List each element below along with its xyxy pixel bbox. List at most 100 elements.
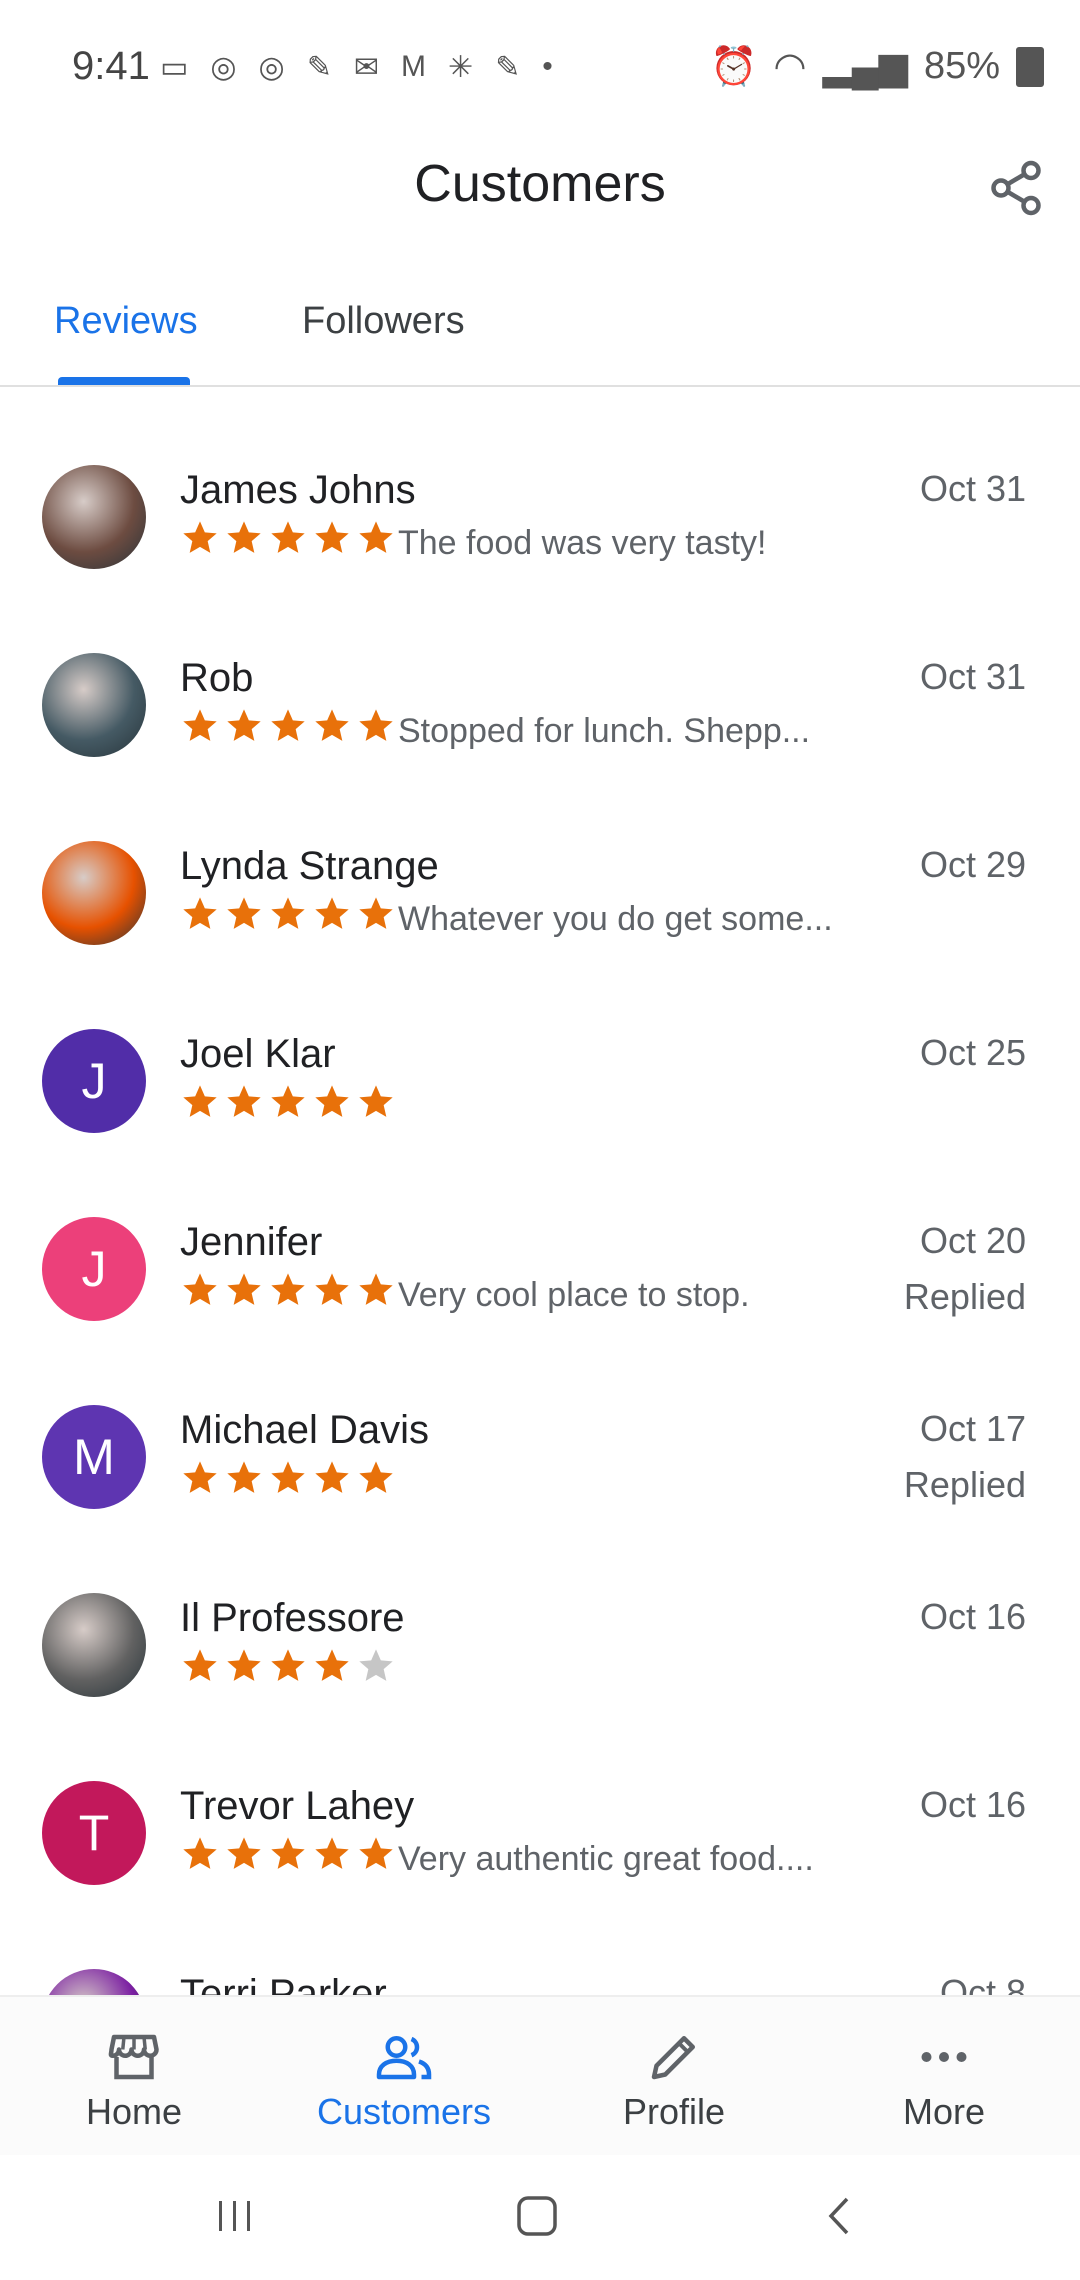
back-icon[interactable] (815, 2191, 865, 2241)
tab-reviews[interactable]: Reviews (54, 300, 198, 343)
review-date: Oct 31 (919, 656, 1026, 697)
review-row[interactable]: J Joel Klar Oct 25 (0, 984, 1080, 1172)
review-snippet: Very cool place to stop. (398, 1276, 750, 1314)
store-icon (108, 2034, 159, 2080)
star-icon (315, 1461, 349, 1493)
star-icon (315, 521, 349, 553)
star-rating (180, 1834, 396, 1874)
avatar: J (42, 1217, 146, 1321)
review-row[interactable]: Terri Parker Oct 8 (0, 1924, 1080, 1995)
people-icon (376, 2036, 432, 2080)
review-row[interactable]: M Michael Davis Oct 17 Replied (0, 1360, 1080, 1548)
nav-customers[interactable]: Customers (304, 2027, 504, 2133)
home-button-icon[interactable] (512, 2191, 562, 2241)
battery-percent: 85% (923, 45, 1000, 87)
review-row[interactable]: T Trevor Lahey Very authentic great food..… (0, 1736, 1080, 1924)
more-horiz-icon (921, 2052, 967, 2062)
nav-more-label: More (902, 2091, 986, 2132)
signal-icon: ▂▄▆ (822, 46, 908, 88)
dot-icon: • (542, 50, 553, 83)
star-icon (183, 709, 217, 741)
recent-apps-icon[interactable] (210, 2191, 260, 2241)
nav-profile[interactable]: Profile (574, 2027, 774, 2133)
star-icon (271, 1273, 305, 1305)
star-icon (183, 521, 217, 553)
star-icon (227, 897, 261, 929)
star-icon (315, 1273, 349, 1305)
avatar: J (42, 1029, 146, 1133)
status-time: 9:41 (72, 44, 150, 88)
star-icon (227, 1649, 261, 1681)
system-icons: ⏰ ◠ ▂▄▆ 85% (710, 44, 1044, 89)
review-row[interactable]: Lynda Strange Whatever you do get some...… (0, 796, 1080, 984)
review-snippet: Very authentic great food.... (398, 1840, 814, 1878)
avatar (42, 465, 146, 569)
reviews-list[interactable]: James Johns The food was very tasty! Oct 3… (0, 420, 1080, 1995)
star-icon (227, 1085, 261, 1117)
cast-icon: ▭ (160, 51, 189, 84)
instagram-icon-2: ◎ (258, 51, 285, 84)
review-date: Oct 16 (919, 1596, 1026, 1637)
share-icon[interactable] (986, 158, 1046, 218)
star-icon (227, 1837, 261, 1869)
app-bar: Customers (0, 130, 1080, 240)
review-snippet: Stopped for lunch. Shepp... (398, 712, 811, 750)
bottom-navigation: Home Customers Profile More (0, 1995, 1080, 2157)
star-icon (271, 521, 305, 553)
star-rating (180, 894, 396, 934)
review-date: Oct 29 (919, 844, 1026, 885)
star-icon (359, 709, 393, 741)
alarm-icon: ⏰ (710, 45, 758, 88)
star-icon (271, 1649, 305, 1681)
nav-more[interactable]: More (844, 2027, 1044, 2133)
star-icon (227, 1461, 261, 1493)
star-icon (227, 521, 261, 553)
reviewer-name: Lynda Strange (180, 844, 439, 888)
avatar (42, 1969, 146, 1995)
review-row[interactable]: Il Professore Oct 16 (0, 1548, 1080, 1736)
nav-profile-label: Profile (622, 2091, 726, 2132)
review-row[interactable]: Rob Stopped for lunch. Shepp... Oct 31 (0, 608, 1080, 796)
star-icon (359, 1837, 393, 1869)
review-date: Oct 31 (919, 468, 1026, 509)
reviewer-name: Michael Davis (180, 1408, 429, 1452)
avatar: M (42, 1405, 146, 1509)
review-snippet: Whatever you do get some... (398, 900, 833, 938)
nav-home[interactable]: Home (34, 2027, 234, 2133)
review-row[interactable]: J Jennifer Very cool place to stop. Oct 20 R… (0, 1172, 1080, 1360)
star-icon (271, 1837, 305, 1869)
review-date: Oct 20 (919, 1220, 1026, 1261)
pencil-icon (651, 2036, 695, 2080)
star-icon (315, 1085, 349, 1117)
instagram-icon: ◎ (210, 51, 237, 84)
star-icon (315, 1649, 349, 1681)
star-icon (359, 1273, 393, 1305)
battery-icon (1016, 46, 1044, 87)
star-icon (271, 1461, 305, 1493)
star-rating (180, 518, 396, 558)
review-date: Oct 8 (939, 1972, 1026, 1995)
reviewer-name: Rob (180, 656, 254, 700)
reviewer-name: Jennifer (180, 1220, 323, 1264)
review-date: Oct 16 (919, 1784, 1026, 1825)
review-row[interactable]: James Johns The food was very tasty! Oct 3… (0, 420, 1080, 608)
star-icon (271, 897, 305, 929)
avatar (42, 653, 146, 757)
star-icon (183, 1649, 217, 1681)
star-icon (227, 709, 261, 741)
star-icon (359, 1085, 393, 1117)
reviewer-name: Joel Klar (180, 1032, 336, 1076)
replied-status: Replied (903, 1276, 1026, 1317)
review-date: Oct 17 (919, 1408, 1026, 1449)
replied-status: Replied (903, 1464, 1026, 1505)
star-icon (359, 1461, 393, 1493)
system-navigation-bar (0, 2155, 1080, 2280)
nav-home-label: Home (85, 2091, 183, 2132)
star-icon (183, 1461, 217, 1493)
star-icon (183, 1273, 217, 1305)
star-icon (315, 709, 349, 741)
star-icon (315, 1837, 349, 1869)
star-icon (359, 521, 393, 553)
tab-followers[interactable]: Followers (302, 300, 465, 343)
star-icon (359, 897, 393, 929)
